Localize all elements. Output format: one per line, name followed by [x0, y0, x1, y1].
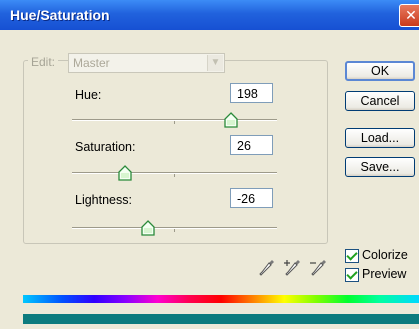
saturation-input[interactable]: 26 [230, 135, 273, 155]
edit-label: Edit: [28, 55, 59, 69]
output-color-bar [23, 314, 419, 324]
window-title: Hue/Saturation [10, 7, 110, 23]
cancel-button[interactable]: Cancel [345, 91, 415, 111]
edit-select[interactable]: Master ▼ [68, 53, 225, 73]
hue-label: Hue: [75, 88, 102, 102]
colorize-label[interactable]: Colorize [362, 248, 408, 262]
close-button[interactable]: ✕ [399, 4, 419, 27]
hue-input[interactable]: 198 [230, 83, 273, 103]
ok-button[interactable]: OK [345, 61, 415, 81]
adjustment-group [23, 60, 328, 244]
edit-select-value: Master [73, 56, 110, 70]
eyedropper-icon[interactable] [258, 258, 276, 278]
save-button[interactable]: Save... [345, 157, 415, 177]
load-button[interactable]: Load... [345, 128, 415, 148]
saturation-label: Saturation: [75, 140, 136, 154]
eyedropper-plus-icon[interactable] [284, 258, 302, 278]
saturation-slider-center-tick [174, 174, 175, 177]
saturation-slider-thumb[interactable] [118, 165, 132, 181]
chevron-down-icon[interactable]: ▼ [207, 55, 223, 71]
lightness-slider-center-tick [174, 229, 175, 232]
input-spectrum-bar [23, 295, 419, 303]
hue-slider-center-tick [174, 121, 175, 124]
hue-slider-thumb[interactable] [224, 112, 238, 128]
preview-checkbox[interactable] [345, 268, 359, 282]
preview-label[interactable]: Preview [362, 267, 406, 281]
lightness-input[interactable]: -26 [230, 188, 273, 208]
lightness-label: Lightness: [75, 193, 132, 207]
title-bar: Hue/Saturation ✕ [0, 0, 419, 30]
colorize-checkbox[interactable] [345, 249, 359, 263]
lightness-slider-thumb[interactable] [141, 220, 155, 236]
eyedropper-minus-icon[interactable] [310, 258, 328, 278]
